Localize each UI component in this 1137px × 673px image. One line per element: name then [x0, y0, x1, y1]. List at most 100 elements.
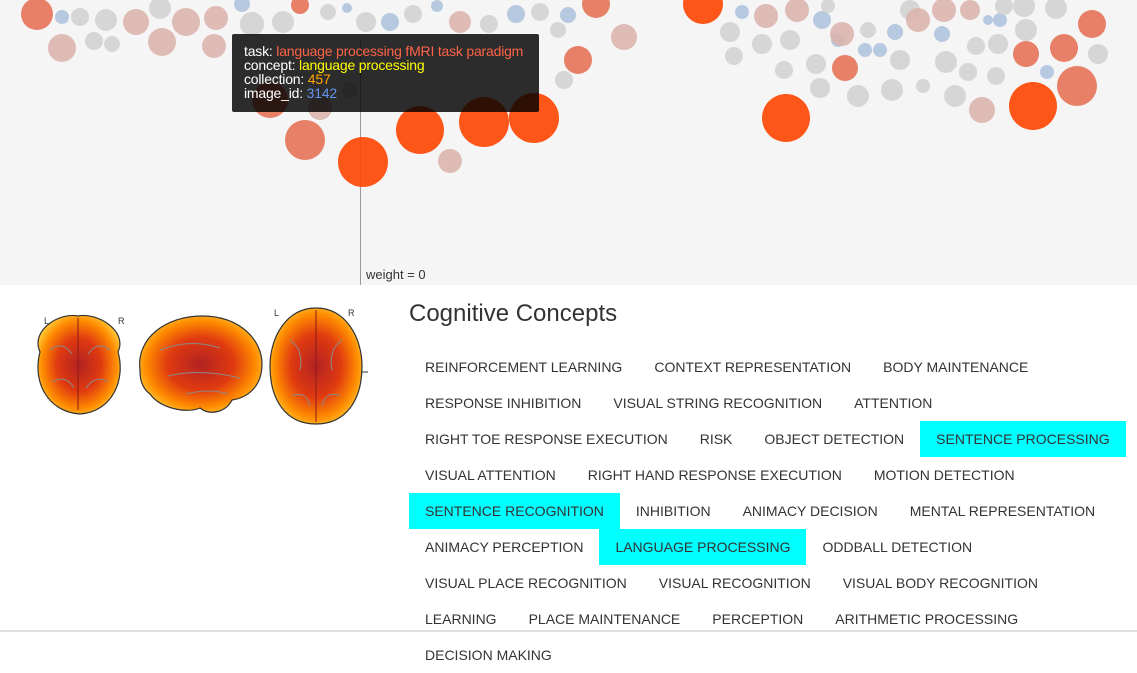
bubble[interactable]: [988, 34, 1008, 54]
concept-button-body-maintenance[interactable]: BODY MAINTENANCE: [867, 349, 1044, 385]
bubble-visualization[interactable]: weight = 0 task: language processing fMR…: [0, 0, 1137, 285]
bubble[interactable]: [1015, 19, 1037, 41]
bubble[interactable]: [550, 22, 566, 38]
concept-button-visual-string-recognition[interactable]: VISUAL STRING RECOGNITION: [597, 385, 838, 421]
concept-button-motion-detection[interactable]: MOTION DETECTION: [858, 457, 1031, 493]
bubble[interactable]: [683, 0, 723, 24]
bubble[interactable]: [858, 43, 872, 57]
bubble[interactable]: [1009, 82, 1057, 130]
bubble[interactable]: [320, 4, 336, 20]
bubble[interactable]: [285, 120, 325, 160]
bubble[interactable]: [564, 46, 592, 74]
bubble[interactable]: [906, 8, 930, 32]
bubble[interactable]: [582, 0, 610, 18]
bubble[interactable]: [821, 0, 835, 13]
bubble[interactable]: [104, 36, 120, 52]
bubble[interactable]: [555, 71, 573, 89]
bubble[interactable]: [720, 22, 740, 42]
bubble[interactable]: [1078, 10, 1106, 38]
concept-button-sentence-processing[interactable]: SENTENCE PROCESSING: [920, 421, 1126, 457]
bubble[interactable]: [983, 15, 993, 25]
bubble[interactable]: [993, 13, 1007, 27]
bubble[interactable]: [967, 37, 985, 55]
bubble[interactable]: [752, 34, 772, 54]
bubble[interactable]: [806, 54, 826, 74]
concept-button-animacy-decision[interactable]: ANIMACY DECISION: [727, 493, 894, 529]
bubble[interactable]: [1013, 41, 1039, 67]
concept-button-decision-making[interactable]: DECISION MAKING: [409, 637, 568, 673]
bubble[interactable]: [396, 106, 444, 154]
bubble[interactable]: [887, 24, 903, 40]
bubble[interactable]: [123, 9, 149, 35]
bubble[interactable]: [780, 30, 800, 50]
bubble[interactable]: [873, 43, 887, 57]
bubble[interactable]: [934, 26, 950, 42]
concept-button-context-representation[interactable]: CONTEXT REPRESENTATION: [638, 349, 867, 385]
bubble[interactable]: [95, 9, 117, 31]
bubble[interactable]: [202, 34, 226, 58]
bubble[interactable]: [813, 11, 831, 29]
bubble[interactable]: [71, 8, 89, 26]
bubble[interactable]: [404, 5, 422, 23]
bubble[interactable]: [944, 85, 966, 107]
concept-button-response-inhibition[interactable]: RESPONSE INHIBITION: [409, 385, 597, 421]
bubble[interactable]: [932, 0, 956, 22]
concept-button-visual-attention[interactable]: VISUAL ATTENTION: [409, 457, 572, 493]
concept-button-visual-body-recognition[interactable]: VISUAL BODY RECOGNITION: [827, 565, 1054, 601]
bubble[interactable]: [1088, 44, 1108, 64]
concept-button-visual-recognition[interactable]: VISUAL RECOGNITION: [643, 565, 827, 601]
bubble[interactable]: [935, 51, 957, 73]
bubble[interactable]: [1013, 0, 1035, 17]
bubble[interactable]: [560, 7, 576, 23]
bubble[interactable]: [48, 34, 76, 62]
bubble[interactable]: [291, 0, 309, 14]
bubble[interactable]: [55, 10, 69, 24]
concept-button-visual-place-recognition[interactable]: VISUAL PLACE RECOGNITION: [409, 565, 643, 601]
bubble[interactable]: [969, 97, 995, 123]
bubble[interactable]: [449, 11, 471, 33]
bubble[interactable]: [987, 67, 1005, 85]
concept-button-right-hand-response-execution[interactable]: RIGHT HAND RESPONSE EXECUTION: [572, 457, 858, 493]
bubble[interactable]: [342, 3, 352, 13]
bubble[interactable]: [85, 32, 103, 50]
bubble[interactable]: [960, 0, 980, 20]
bubble[interactable]: [148, 28, 176, 56]
concept-button-animacy-perception[interactable]: ANIMACY PERCEPTION: [409, 529, 599, 565]
bubble[interactable]: [995, 0, 1013, 15]
bubble[interactable]: [1050, 34, 1078, 62]
bubble[interactable]: [860, 22, 876, 38]
concept-button-inhibition[interactable]: INHIBITION: [620, 493, 727, 529]
bubble[interactable]: [890, 50, 910, 70]
concept-button-reinforcement-learning[interactable]: REINFORCEMENT LEARNING: [409, 349, 638, 385]
bubble[interactable]: [832, 55, 858, 81]
bubble[interactable]: [881, 79, 903, 101]
bubble[interactable]: [172, 8, 200, 36]
bubble[interactable]: [916, 79, 930, 93]
concept-button-oddball-detection[interactable]: ODDBALL DETECTION: [806, 529, 988, 565]
bubble[interactable]: [1045, 0, 1067, 19]
bubble-chart[interactable]: [0, 0, 1137, 285]
bubble[interactable]: [234, 0, 250, 12]
bubble[interactable]: [785, 0, 809, 22]
bubble[interactable]: [830, 22, 854, 46]
bubble[interactable]: [762, 94, 810, 142]
concept-button-language-processing[interactable]: LANGUAGE PROCESSING: [599, 529, 807, 565]
bubble[interactable]: [1057, 66, 1097, 106]
bubble[interactable]: [240, 12, 264, 36]
bubble[interactable]: [847, 85, 869, 107]
bubble[interactable]: [531, 3, 549, 21]
bubble[interactable]: [810, 78, 830, 98]
bubble[interactable]: [611, 24, 637, 50]
bubble[interactable]: [149, 0, 171, 19]
concept-button-mental-representation[interactable]: MENTAL REPRESENTATION: [894, 493, 1111, 529]
bubble[interactable]: [725, 47, 743, 65]
bubble[interactable]: [431, 0, 443, 12]
concept-button-risk[interactable]: RISK: [684, 421, 749, 457]
bubble[interactable]: [21, 0, 53, 30]
bubble[interactable]: [272, 11, 294, 33]
bubble[interactable]: [735, 5, 749, 19]
bubble[interactable]: [438, 149, 462, 173]
bubble[interactable]: [381, 13, 399, 31]
bubble[interactable]: [1040, 65, 1054, 79]
bubble[interactable]: [356, 12, 376, 32]
